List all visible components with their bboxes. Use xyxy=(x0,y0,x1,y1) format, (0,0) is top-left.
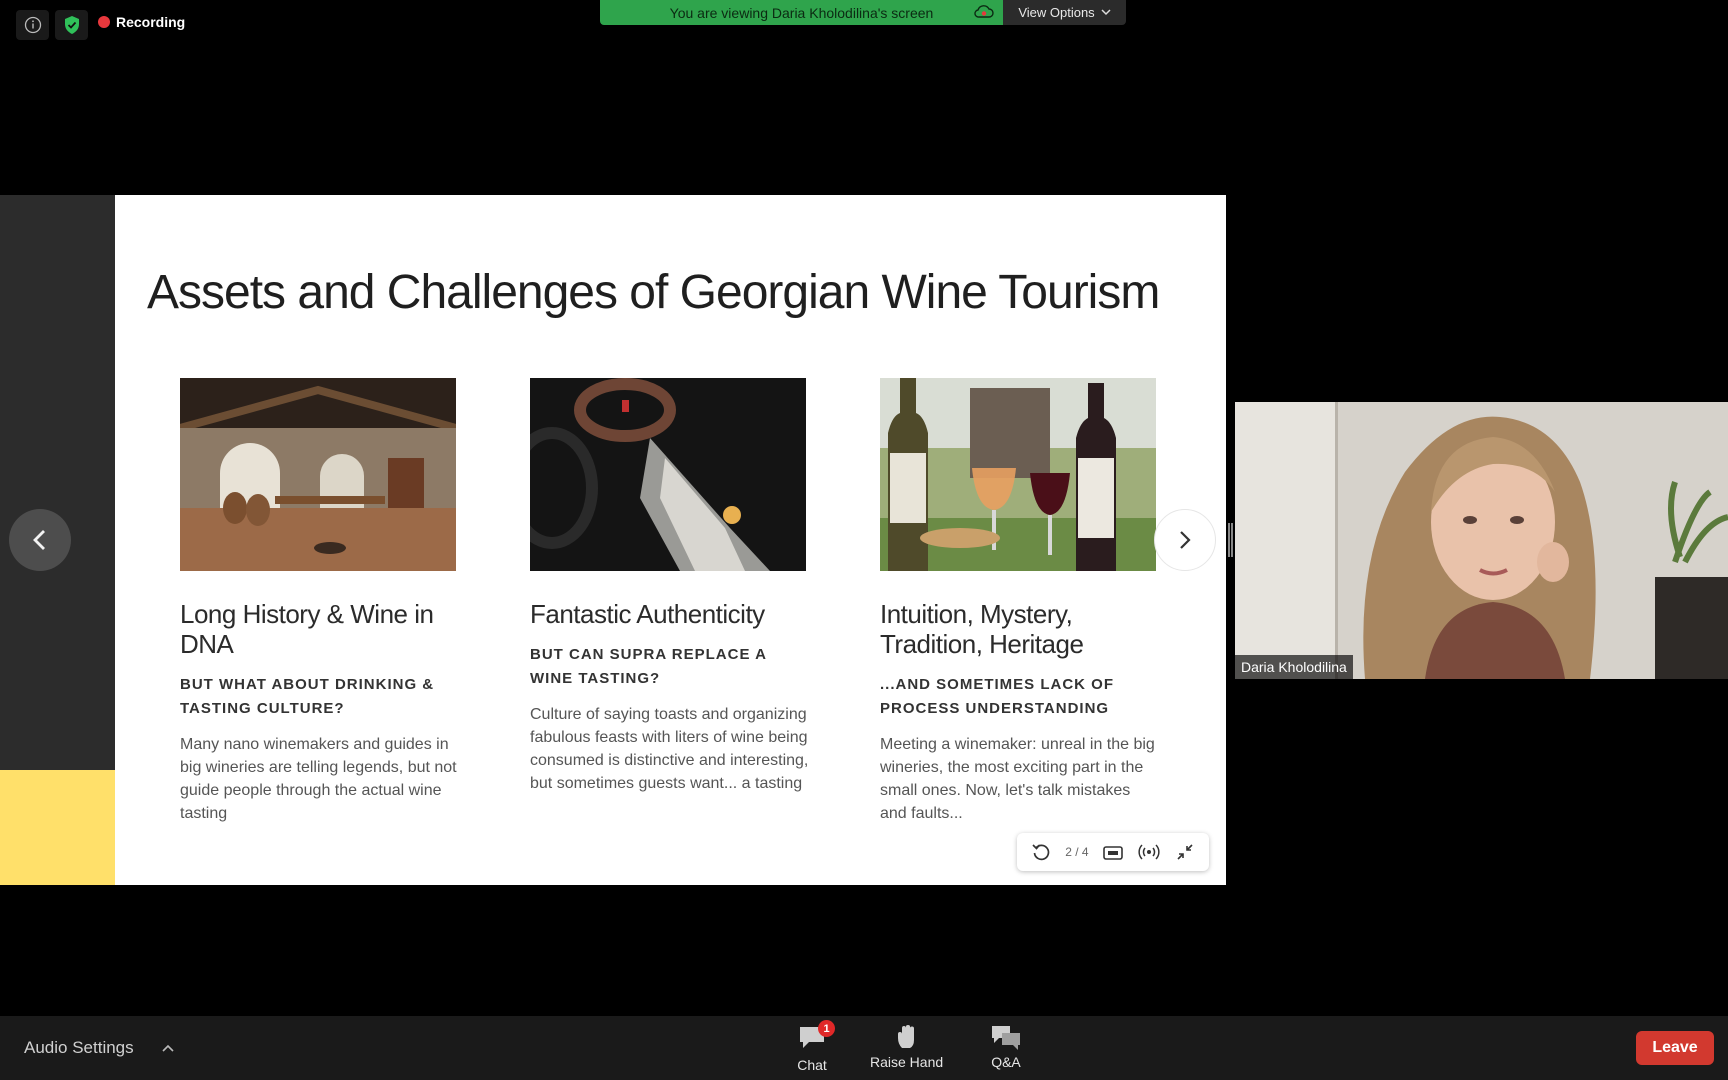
card-subheading: BUT WHAT ABOUT DRINKING & TASTING CULTUR… xyxy=(180,676,435,717)
next-slide-button[interactable] xyxy=(1154,509,1216,571)
chat-unread-badge: 1 xyxy=(818,1020,835,1037)
broadcast-button[interactable] xyxy=(1137,840,1161,864)
raise-hand-label: Raise Hand xyxy=(870,1054,944,1070)
shield-check-icon xyxy=(64,16,79,34)
recording-label: Recording xyxy=(116,14,186,30)
screen-share-banner: You are viewing Daria Kholodilina's scre… xyxy=(600,0,1003,25)
chevron-right-icon xyxy=(1180,531,1191,549)
broadcast-icon xyxy=(1138,844,1160,860)
slide-title: Assets and Challenges of Georgian Wine T… xyxy=(147,266,1160,319)
card-heading: Intuition, Mystery, Tradition, Heritage xyxy=(880,599,1084,659)
exit-fullscreen-button[interactable] xyxy=(1173,840,1197,864)
participant-video-frame xyxy=(1235,402,1728,679)
info-icon xyxy=(24,16,41,34)
cloud-recording-icon xyxy=(974,5,994,18)
previous-slide-button[interactable] xyxy=(9,509,71,571)
viewing-banner-text: You are viewing Daria Kholodilina's scre… xyxy=(669,4,934,21)
presentation-slide: Assets and Challenges of Georgian Wine T… xyxy=(115,195,1226,885)
restart-button[interactable] xyxy=(1029,840,1053,864)
meeting-controls-bar: Audio Settings 1 Chat Raise Hand Q&A Lea… xyxy=(0,1016,1728,1080)
raise-hand-button[interactable]: Raise Hand xyxy=(870,1024,943,1070)
audio-settings-button[interactable]: Audio Settings xyxy=(24,1038,174,1058)
slide-pager: 2 / 4 xyxy=(1065,845,1089,859)
qa-icon xyxy=(992,1026,1020,1050)
collapse-icon xyxy=(1177,844,1193,860)
wine-cellar-image xyxy=(180,378,456,571)
leave-button[interactable]: Leave xyxy=(1636,1031,1714,1065)
shared-screen: Assets and Challenges of Georgian Wine T… xyxy=(0,195,1226,885)
chevron-left-icon xyxy=(33,530,45,550)
qa-label: Q&A xyxy=(991,1054,1021,1070)
recording-indicator[interactable]: Recording xyxy=(98,14,185,30)
card-heading: Long History & Wine in DNA xyxy=(180,599,434,659)
recording-dot-icon xyxy=(98,16,110,28)
hand-icon xyxy=(897,1025,914,1048)
slides-icon xyxy=(1102,846,1123,860)
rotate-left-icon xyxy=(1032,844,1050,861)
chat-button[interactable]: 1 Chat xyxy=(797,1020,835,1073)
audio-settings-label: Audio Settings xyxy=(24,1038,134,1057)
view-options-label: View Options xyxy=(1018,5,1095,20)
view-options-button[interactable]: View Options xyxy=(1003,0,1126,25)
chevron-up-icon xyxy=(162,1044,174,1052)
participant-video[interactable]: Daria Kholodilina xyxy=(1235,402,1728,679)
card-body: Meeting a winemaker: unreal in the big w… xyxy=(880,736,1155,822)
meeting-info-button[interactable] xyxy=(16,10,49,40)
slide-accent-block xyxy=(0,770,115,885)
card-heading: Fantastic Authenticity xyxy=(530,599,765,629)
card-subheading: ...AND SOMETIMES LACK OF PROCESS UNDERST… xyxy=(880,676,1114,717)
chevron-down-icon xyxy=(1101,9,1111,16)
qvevri-image xyxy=(530,378,806,571)
slide-card-authenticity: Fantastic Authenticity BUT CAN SUPRA REP… xyxy=(530,378,810,795)
slide-card-heritage: Intuition, Mystery, Tradition, Heritage … xyxy=(880,378,1160,825)
security-button[interactable] xyxy=(55,10,88,40)
qa-button[interactable]: Q&A xyxy=(990,1024,1022,1070)
chat-label: Chat xyxy=(797,1057,827,1073)
card-body: Culture of saying toasts and organizing … xyxy=(530,706,809,792)
panel-resize-handle[interactable] xyxy=(1228,523,1233,557)
card-body: Many nano winemakers and guides in big w… xyxy=(180,736,457,822)
slides-menu-button[interactable] xyxy=(1101,840,1125,864)
slide-toolbar: 2 / 4 xyxy=(1017,833,1209,871)
participant-name-tag: Daria Kholodilina xyxy=(1235,655,1353,679)
wine-bottles-image xyxy=(880,378,1156,571)
card-subheading: BUT CAN SUPRA REPLACE A WINE TASTING? xyxy=(530,646,767,687)
slide-card-history: Long History & Wine in DNA BUT WHAT ABOU… xyxy=(180,378,460,825)
